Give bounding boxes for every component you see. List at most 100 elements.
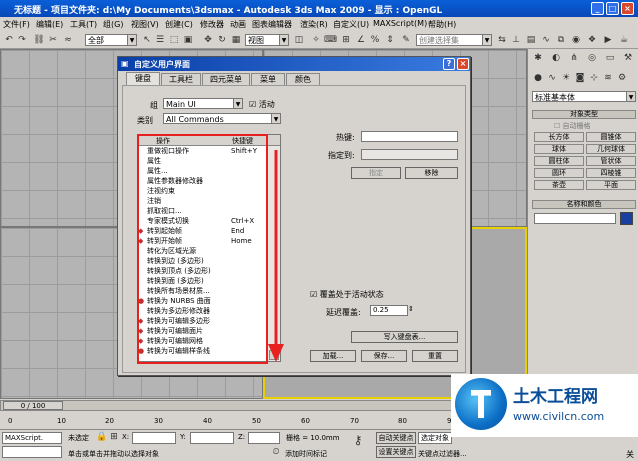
- motion-tab-icon[interactable]: ◎: [586, 52, 598, 64]
- close-icon[interactable]: ×: [621, 2, 634, 15]
- key-icon[interactable]: ⚷: [352, 434, 364, 446]
- set-key-button[interactable]: 设置关键点: [376, 446, 416, 458]
- frame-counter[interactable]: 0 / 100: [3, 401, 63, 410]
- window-crossing-icon[interactable]: ▣: [182, 34, 194, 46]
- named-selection-combo[interactable]: 创建选择集 ▼: [416, 34, 492, 46]
- quick-render-icon[interactable]: ☕: [618, 34, 630, 46]
- z-coord-input[interactable]: [248, 432, 280, 444]
- absolute-mode-icon[interactable]: ⊞: [108, 431, 120, 443]
- category-combo[interactable]: 标准基本体 ▼: [532, 91, 636, 102]
- edit-named-selection-icon[interactable]: ✎: [400, 34, 412, 46]
- cone-button[interactable]: 圆锥体: [586, 132, 636, 142]
- rotate-icon[interactable]: ↻: [216, 34, 228, 46]
- y-coord-input[interactable]: [190, 432, 234, 444]
- time-slider[interactable]: 0 / 100: [0, 400, 527, 411]
- menu-maxscript[interactable]: MAXScript(M): [373, 19, 427, 28]
- tab-toolbars[interactable]: 工具栏: [161, 73, 201, 85]
- render-frame-icon[interactable]: ▶: [602, 34, 614, 46]
- box-button[interactable]: 长方体: [534, 132, 584, 142]
- pivot-center-icon[interactable]: ◫: [293, 34, 305, 46]
- delay-input[interactable]: 0.25: [370, 305, 408, 316]
- menu-group[interactable]: 组(G): [103, 19, 123, 30]
- helpers-icon[interactable]: ⊹: [588, 72, 600, 84]
- systems-icon[interactable]: ⚙: [616, 72, 628, 84]
- render-setup-icon[interactable]: ❖: [586, 34, 598, 46]
- add-time-tag[interactable]: 添加时间标记: [285, 449, 327, 459]
- selection-filter-combo[interactable]: 全部 ▼: [85, 34, 137, 46]
- menu-graph-editors[interactable]: 图表编辑器: [252, 19, 292, 30]
- overrides-checkbox[interactable]: ☑ 覆盖处于活动状态: [310, 289, 384, 300]
- tab-menus[interactable]: 菜单: [251, 73, 285, 85]
- cylinder-button[interactable]: 圆柱体: [534, 156, 584, 166]
- menu-help[interactable]: 帮助(H): [428, 19, 456, 30]
- maxscript-listener[interactable]: MAXScript.: [2, 432, 62, 444]
- material-editor-icon[interactable]: ◉: [570, 34, 582, 46]
- move-icon[interactable]: ✥: [202, 34, 214, 46]
- modify-tab-icon[interactable]: ◐: [550, 52, 562, 64]
- minimize-icon[interactable]: _: [591, 2, 604, 15]
- rect-selection-icon[interactable]: ⬚: [168, 34, 180, 46]
- layer-manager-icon[interactable]: ▤: [525, 34, 537, 46]
- mirror-icon[interactable]: ⇆: [496, 34, 508, 46]
- curve-editor-icon[interactable]: ∿: [540, 34, 552, 46]
- pyramid-button[interactable]: 四棱锥: [586, 168, 636, 178]
- autokey-button[interactable]: 自动关键点: [376, 432, 416, 444]
- active-checkbox[interactable]: ☑ 活动: [249, 99, 275, 110]
- close-icon[interactable]: ×: [457, 58, 469, 70]
- lights-icon[interactable]: ☀: [560, 72, 572, 84]
- autogrid-checkbox[interactable]: ☐ 自动栅格: [554, 121, 591, 131]
- tube-button[interactable]: 管状体: [586, 156, 636, 166]
- time-tag-icon[interactable]: ⏲: [270, 446, 282, 458]
- utilities-tab-icon[interactable]: ⚒: [622, 52, 634, 64]
- tab-colors[interactable]: 颜色: [286, 73, 320, 85]
- geometry-icon[interactable]: ●: [532, 72, 544, 84]
- dialog-title-bar[interactable]: ▣ 自定义用户界面 ? ×: [118, 57, 470, 71]
- menu-customize[interactable]: 自定义(U): [333, 19, 369, 30]
- menu-file[interactable]: 文件(F): [3, 19, 30, 30]
- hierarchy-tab-icon[interactable]: ⋔: [568, 52, 580, 64]
- angle-snap-icon[interactable]: ∠: [355, 34, 367, 46]
- snap-toggle-icon[interactable]: ⊞: [340, 34, 352, 46]
- menu-rendering[interactable]: 渲染(R): [300, 19, 328, 30]
- scale-icon[interactable]: ▦: [230, 34, 242, 46]
- plane-button[interactable]: 平面: [586, 180, 636, 190]
- spinner-arrows-icon[interactable]: ⇕: [408, 305, 414, 313]
- undo-icon[interactable]: ↶: [3, 34, 15, 46]
- object-name-input[interactable]: [534, 213, 616, 224]
- space-warps-icon[interactable]: ≋: [602, 72, 614, 84]
- spinner-snap-icon[interactable]: ⇕: [384, 34, 396, 46]
- shapes-icon[interactable]: ∿: [546, 72, 558, 84]
- menu-create[interactable]: 创建(C): [165, 19, 193, 30]
- remove-button[interactable]: 移除: [405, 167, 458, 179]
- bind-space-warp-icon[interactable]: ≈: [62, 34, 74, 46]
- coord-system-combo[interactable]: 视图 ▼: [245, 34, 289, 46]
- geosphere-button[interactable]: 几何球体: [586, 144, 636, 154]
- select-link-icon[interactable]: ⛓: [33, 34, 45, 46]
- object-color-swatch[interactable]: [620, 212, 633, 225]
- tab-keyboard[interactable]: 键盘: [126, 72, 160, 86]
- maximize-icon[interactable]: □: [606, 2, 619, 15]
- name-color-rollout[interactable]: 名称和颜色: [532, 200, 636, 209]
- x-coord-input[interactable]: [132, 432, 176, 444]
- key-selection-combo[interactable]: 选定对象: [418, 432, 452, 444]
- teapot-button[interactable]: 茶壶: [534, 180, 584, 190]
- help-icon[interactable]: ?: [443, 58, 455, 70]
- menu-animation[interactable]: 动画: [230, 19, 246, 30]
- menu-modifiers[interactable]: 修改器: [200, 19, 224, 30]
- align-icon[interactable]: ⊥: [510, 34, 522, 46]
- keyboard-shortcut-icon[interactable]: ⌨: [324, 34, 337, 46]
- tab-quads[interactable]: 四元菜单: [202, 73, 250, 85]
- schematic-view-icon[interactable]: ⧉: [555, 34, 567, 46]
- select-by-name-icon[interactable]: ☰: [154, 34, 166, 46]
- torus-button[interactable]: 圆环: [534, 168, 584, 178]
- create-tab-icon[interactable]: ✱: [532, 52, 544, 64]
- track-bar[interactable]: 0 10 20 30 40 50 60 70 80 90 100: [0, 412, 527, 428]
- redo-icon[interactable]: ↷: [16, 34, 28, 46]
- sphere-button[interactable]: 球体: [534, 144, 584, 154]
- menu-edit[interactable]: 编辑(E): [36, 19, 63, 30]
- save-button[interactable]: 保存...: [361, 350, 407, 362]
- category-combo[interactable]: All Commands ▼: [163, 113, 281, 124]
- menu-view[interactable]: 视图(V): [131, 19, 159, 30]
- write-keyboard-chart-button[interactable]: 写入键盘表...: [351, 331, 458, 343]
- select-object-icon[interactable]: ↖: [141, 34, 153, 46]
